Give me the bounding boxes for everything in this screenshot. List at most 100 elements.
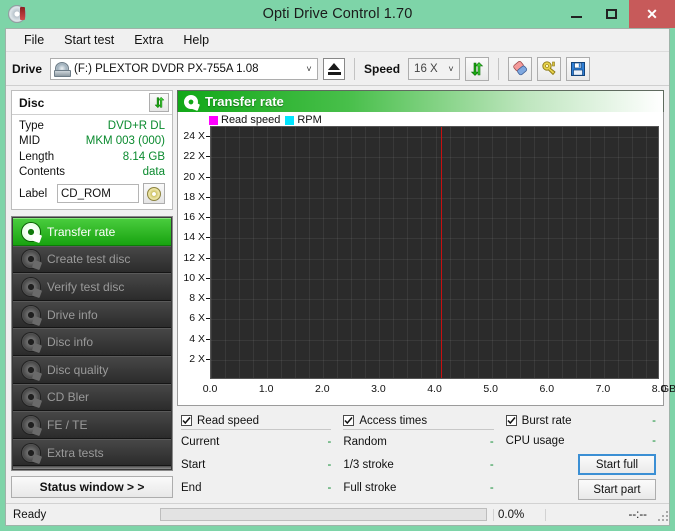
- settings-button[interactable]: [537, 56, 562, 81]
- chart-header: Transfer rate: [177, 90, 664, 112]
- menubar: File Start test Extra Help: [6, 29, 669, 52]
- stats-column-access-times: Access times Random - 1/3 stroke - Full …: [343, 412, 505, 500]
- disc-label-input[interactable]: CD_ROM: [57, 184, 139, 203]
- sidebar-item-label: Transfer rate: [47, 224, 116, 239]
- read-speed-checkbox[interactable]: [181, 415, 192, 426]
- erase-button[interactable]: [508, 56, 533, 81]
- disc-test-icon: [22, 277, 40, 296]
- disc-refresh-button[interactable]: [149, 93, 169, 112]
- eject-button[interactable]: [323, 57, 346, 80]
- toolbar-divider-2: [498, 57, 500, 80]
- close-button[interactable]: ✕: [629, 0, 675, 28]
- x-axis-tick: 0.0: [202, 383, 218, 395]
- disc-test-icon: [22, 250, 40, 269]
- sidebar-item-create-test-disc[interactable]: Create test disc: [13, 245, 171, 274]
- sidebar-item-verify-test-disc[interactable]: Verify test disc: [13, 273, 171, 301]
- x-axis-tick: 6.0: [539, 383, 555, 395]
- menu-item-start-test[interactable]: Start test: [54, 31, 124, 49]
- burst-rate-label: Burst rate: [521, 414, 572, 427]
- check-icon: [344, 417, 353, 425]
- start-full-button[interactable]: Start full: [577, 454, 656, 475]
- stats-key: CPU usage: [505, 434, 565, 447]
- sidebar-item-transfer-rate[interactable]: Transfer rate: [13, 218, 171, 246]
- stats-key: Start: [181, 458, 206, 471]
- read-speed-label: Read speed: [197, 414, 260, 427]
- burst-rate-header: Burst rate -: [505, 412, 656, 429]
- chevron-down-icon: ˅: [448, 63, 454, 74]
- burst-rate-checkbox[interactable]: [505, 415, 517, 426]
- chart-area[interactable]: Read speed RPM 2 X4 X6 X8 X 10 X 12 X 14 X1…: [177, 112, 675, 406]
- disc-test-icon: [22, 443, 40, 462]
- disc-rows: Type DVD+R DL MID MKM 003 (000) Length 8…: [12, 115, 172, 209]
- stats-row-full-stroke: Full stroke -: [343, 476, 493, 499]
- menu-item-help[interactable]: Help: [173, 31, 219, 49]
- disc-panel: Disc Type DVD+R DL MID MKM 003 (000) Len…: [11, 90, 173, 210]
- window-controls: ✕: [559, 0, 675, 28]
- body: Disc Type DVD+R DL MID MKM 003 (000) Len…: [6, 86, 675, 503]
- access-times-checkbox[interactable]: [343, 415, 355, 426]
- statusbar: Ready 0.0% --:--: [6, 503, 669, 525]
- disc-test-icon: [22, 333, 40, 352]
- floppy-save-icon: [571, 61, 586, 76]
- refresh-arrows-icon: [153, 96, 165, 109]
- disc-label-button[interactable]: [143, 183, 165, 204]
- speed-label: Speed: [364, 61, 401, 76]
- disc-test-icon: [22, 222, 40, 241]
- stats-value: -: [489, 481, 494, 494]
- disc-test-icon: [22, 415, 40, 434]
- sidebar-item-cd-bler[interactable]: CD Bler: [13, 383, 171, 412]
- eraser-icon: [512, 61, 527, 76]
- minimize-button[interactable]: [559, 0, 594, 28]
- chevron-down-icon: ˅: [306, 63, 312, 74]
- close-icon: ✕: [646, 5, 658, 22]
- refresh-button[interactable]: [465, 56, 490, 81]
- sidebar-item-extra-tests[interactable]: Extra tests: [13, 438, 171, 467]
- disc-value: DVD+R DL: [107, 119, 165, 132]
- sidebar-item-label: Extra tests: [47, 445, 104, 460]
- sidebar-item-fe-te[interactable]: FE / TE: [13, 411, 171, 439]
- check-icon: [182, 417, 191, 425]
- disc-test-icon: [184, 94, 198, 109]
- access-times-header: Access times: [343, 412, 494, 430]
- plug-settings-icon: [541, 61, 556, 76]
- sidebar-item-disc-info[interactable]: Disc info: [13, 328, 171, 356]
- status-text: Ready: [13, 508, 47, 521]
- menu-item-file[interactable]: File: [14, 31, 54, 49]
- disc-label-caption: Label: [19, 187, 48, 200]
- status-window-button[interactable]: Status window > >: [11, 476, 173, 498]
- menu-item-extra[interactable]: Extra: [124, 31, 173, 49]
- toolbar-divider: [354, 57, 356, 80]
- disc-value: MKM 003 (000): [85, 135, 165, 148]
- speed-select[interactable]: 16 X ˅: [408, 57, 461, 80]
- nav-filler: [13, 466, 171, 469]
- progress-bar: [160, 508, 487, 521]
- sidebar-item-disc-quality[interactable]: Disc quality: [13, 355, 171, 384]
- stats-row-random: Random -: [343, 430, 493, 453]
- save-button[interactable]: [566, 56, 591, 81]
- disc-row-mid: MID MKM 003 (000): [19, 134, 165, 150]
- cd-disc-icon: [147, 186, 161, 201]
- disc-row-type: Type DVD+R DL: [19, 118, 165, 134]
- sidebar-item-drive-info[interactable]: Drive info: [13, 300, 171, 329]
- eject-icon: [328, 62, 341, 70]
- left-pane: Disc Type DVD+R DL MID MKM 003 (000) Len…: [6, 86, 173, 503]
- sidebar-item-label: Disc info: [47, 335, 94, 350]
- sidebar-item-label: Create test disc: [47, 252, 131, 267]
- progress-percent: 0.0%: [493, 508, 545, 521]
- elapsed-time: --:--: [545, 508, 655, 521]
- start-part-button[interactable]: Start part: [577, 479, 656, 500]
- client-area: File Start test Extra Help Drive (F:) PL…: [5, 28, 675, 526]
- drive-icon: [53, 61, 72, 77]
- stats-key: Current: [181, 435, 220, 448]
- plot-canvas[interactable]: [210, 126, 659, 379]
- x-axis-tick: 7.0: [595, 383, 611, 395]
- stats-value: -: [489, 458, 494, 471]
- maximize-button[interactable]: [594, 0, 629, 28]
- drive-select[interactable]: (F:) PLEXTOR DVDR PX-755A 1.08 ˅: [50, 57, 319, 80]
- disc-test-icon: [22, 305, 40, 324]
- speed-select-value: 16 X: [414, 62, 438, 75]
- read-speed-header: Read speed: [181, 412, 332, 430]
- stats-panel: Read speed Current - Start - End - Acces…: [177, 406, 664, 500]
- resize-grip[interactable]: [655, 508, 669, 522]
- burst-rate-value: -: [652, 414, 656, 427]
